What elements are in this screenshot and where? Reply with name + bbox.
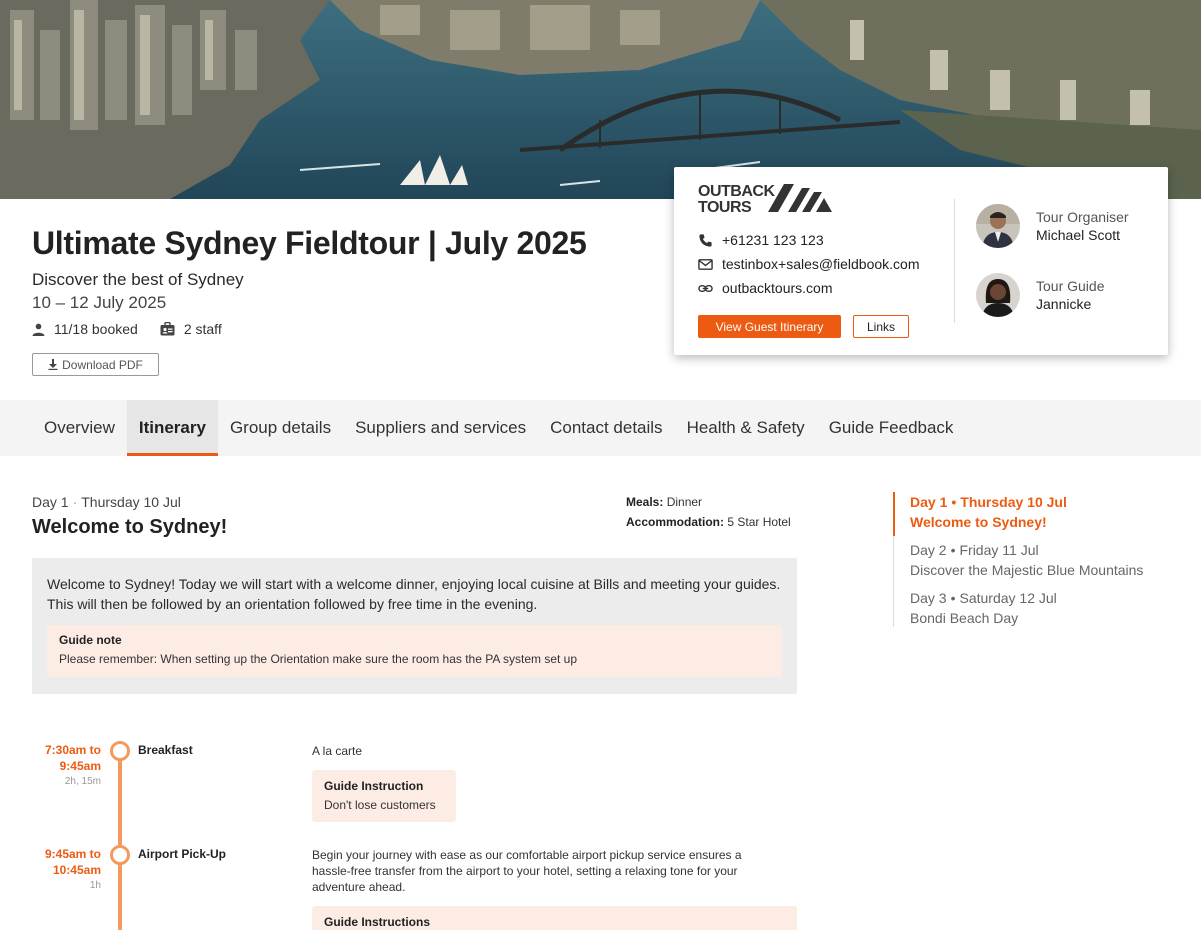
guide-note-title: Guide note <box>59 633 122 647</box>
day-nav-active-indicator <box>893 492 895 536</box>
card-divider <box>954 199 955 323</box>
meals-value: Dinner <box>666 495 703 509</box>
staff-count: 2 staff <box>183 321 222 337</box>
contact-phone[interactable]: +61231 123 123 <box>698 232 824 248</box>
day-date: Thursday 10 Jul <box>81 494 181 510</box>
day-meta: Meals: Dinner Accommodation: 5 Star Hote… <box>626 492 791 532</box>
meals-row: Meals: Dinner <box>626 495 703 509</box>
activity-time: 9:45am to 10:45am <box>44 847 101 877</box>
tour-dates: 10 – 12 July 2025 <box>32 293 167 312</box>
download-pdf-label: Download PDF <box>62 357 143 372</box>
tour-organiser: Tour Organiser Michael Scott <box>976 204 1129 248</box>
tab-contact-details[interactable]: Contact details <box>538 400 674 456</box>
mail-icon <box>698 258 713 270</box>
day-number: Day 1 <box>32 494 69 510</box>
staff-stat: 2 staff <box>160 321 222 337</box>
activity-description: Begin your journey with ease as our comf… <box>312 848 742 894</box>
guide-instruction-title: Guide Instructions <box>324 915 431 929</box>
person-icon <box>32 323 45 336</box>
tab-group-details[interactable]: Group details <box>218 400 343 456</box>
tour-guide: Tour Guide Jannicke <box>976 273 1104 317</box>
view-guest-itinerary-button[interactable]: View Guest Itinerary <box>698 315 841 338</box>
activity-duration: 2h, 15m <box>64 776 101 787</box>
guide-instruction: Guide Instructions <box>312 906 797 930</box>
guide-role: Tour Guide <box>1036 278 1105 294</box>
day-label: Day 1 · Thursday 10 Jul <box>32 494 181 510</box>
svg-text:TOURS: TOURS <box>698 199 752 214</box>
phone-icon <box>699 233 712 247</box>
activity-name: Breakfast <box>138 743 193 757</box>
organiser-name: Michael Scott <box>1036 227 1121 243</box>
contact-website[interactable]: outbacktours.com <box>698 280 833 296</box>
day-nav-item-1[interactable]: Day 1 • Thursday 10 Jul Welcome to Sydney! <box>910 492 1067 532</box>
activity-name: Airport Pick-Up <box>138 847 227 861</box>
day-nav-item-3[interactable]: Day 3 • Saturday 12 Jul Bondi Beach Day <box>910 588 1057 628</box>
outback-tours-logo: OUTBACK TOURS <box>698 182 834 219</box>
timeline-node <box>110 741 130 761</box>
download-icon <box>48 359 58 370</box>
day-title: Welcome to Sydney! <box>32 516 228 538</box>
contact-email[interactable]: testinbox+sales@fieldbook.com <box>698 256 919 272</box>
guide-avatar <box>976 273 1020 317</box>
accommodation-row: Accommodation: 5 Star Hotel <box>626 515 791 529</box>
email-address: testinbox+sales@fieldbook.com <box>722 256 920 272</box>
guide-instruction-text: Don't lose customers <box>324 798 436 812</box>
tour-subtitle: Discover the best of Sydney <box>32 270 244 289</box>
booked-stat: 11/18 booked <box>32 321 138 337</box>
guide-note: Guide note Please remember: When setting… <box>47 625 782 677</box>
timeline-node <box>110 845 130 865</box>
guide-note-text: Please remember: When setting up the Ori… <box>59 652 578 666</box>
tab-guide-feedback[interactable]: Guide Feedback <box>817 400 966 456</box>
link-icon <box>698 284 713 292</box>
activity-duration: 1h <box>89 880 101 891</box>
organiser-role: Tour Organiser <box>1036 209 1129 225</box>
tab-health-and-safety[interactable]: Health & Safety <box>675 400 817 456</box>
phone-number: +61231 123 123 <box>722 232 824 248</box>
website-url: outbacktours.com <box>722 280 833 296</box>
tour-stats: 11/18 booked 2 staff <box>32 321 244 337</box>
download-pdf-button[interactable]: Download PDF <box>32 353 159 376</box>
activity-time: 7:30am to 9:45am <box>44 743 101 773</box>
booked-count: 11/18 booked <box>54 321 138 337</box>
guide-name: Jannicke <box>1036 296 1092 312</box>
tab-overview[interactable]: Overview <box>32 400 127 456</box>
summary-text: Welcome to Sydney! Today we will start w… <box>47 576 781 612</box>
tab-bar: Overview Itinerary Group details Supplie… <box>0 400 1201 456</box>
operator-contact-card: OUTBACK TOURS +61231 123 123 testinbox+s… <box>674 167 1168 355</box>
guide-instruction-title: Guide Instruction <box>324 779 424 793</box>
day-summary: Welcome to Sydney! Today we will start w… <box>32 558 797 694</box>
tab-suppliers-and-services[interactable]: Suppliers and services <box>343 400 538 456</box>
day-nav-item-2[interactable]: Day 2 • Friday 11 Jul Discover the Majesti… <box>910 540 1143 580</box>
accommodation-value: 5 Star Hotel <box>727 515 791 529</box>
links-button[interactable]: Links <box>853 315 909 338</box>
tab-itinerary[interactable]: Itinerary <box>126 400 218 456</box>
tour-title: Ultimate Sydney Fieldtour | July 2025 <box>32 225 587 261</box>
badge-icon <box>160 322 175 336</box>
activity-description: A la carte <box>312 744 363 758</box>
organiser-avatar <box>976 204 1020 248</box>
guide-instruction: Guide Instruction Don't lose customers <box>312 770 456 822</box>
svg-text:OUTBACK: OUTBACK <box>698 183 775 200</box>
